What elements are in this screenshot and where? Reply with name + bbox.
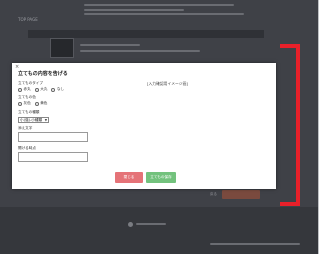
type-radio-option[interactable]: なし (51, 87, 64, 92)
close-button[interactable]: 閉じる (115, 172, 143, 183)
tail-radio-group: 灰色 黄色 (18, 101, 47, 106)
background-button (222, 190, 260, 199)
annotation-bracket (280, 44, 300, 206)
background-text-line (80, 44, 140, 46)
background-text-line (84, 9, 184, 11)
size-section-label: 立てもの種類 (18, 110, 40, 114)
page-footer (0, 207, 318, 254)
background-thumbnail (50, 38, 74, 58)
field1-label: 添え文字 (18, 126, 33, 130)
edit-modal: × 立てもの内容を告げる [入力確認用イメージ画] 立てものタイプ 赤丸 大丸 … (12, 63, 276, 189)
footer-icon (128, 222, 133, 227)
footer-copyright-line (210, 243, 300, 245)
background-text-line (84, 13, 244, 15)
field2-input[interactable] (18, 152, 88, 162)
type-radio-group: 赤丸 大丸 なし (18, 87, 64, 92)
background-label: 戻る (210, 192, 217, 196)
size-select[interactable]: 小(強)-小種類 ▼ (18, 117, 49, 123)
radio-circle-icon[interactable] (51, 87, 56, 92)
modal-title: 立てもの内容を告げる (18, 71, 68, 77)
field2-label: 開ける時点 (18, 146, 36, 150)
tail-section-label: 立てもの色 (18, 95, 36, 99)
type-section-label: 立てものタイプ (18, 81, 43, 85)
background-text-line (84, 4, 234, 6)
radio-circle-icon[interactable] (18, 87, 22, 92)
radio-circle-icon[interactable] (34, 101, 39, 106)
background-text-line (80, 50, 200, 52)
radio-circle-icon[interactable] (18, 101, 22, 106)
tail-radio-option[interactable]: 灰色 (18, 101, 31, 106)
tail-radio-option[interactable]: 黄色 (34, 101, 47, 106)
chevron-down-icon: ▼ (44, 118, 47, 122)
type-radio-option[interactable]: 赤丸 (18, 87, 31, 92)
field1-input[interactable] (18, 132, 88, 142)
footer-text-line (136, 223, 166, 225)
background-bar (28, 30, 264, 38)
save-button[interactable]: 立てもの保存 (146, 172, 176, 183)
radio-circle-icon[interactable] (34, 87, 39, 92)
type-radio-option[interactable]: 大丸 (34, 87, 47, 92)
size-select-value: 小(強)-小種類 (20, 118, 43, 122)
preview-label: [入力確認用イメージ画] (147, 81, 188, 86)
background-heading: TOP PAGE (18, 17, 38, 22)
